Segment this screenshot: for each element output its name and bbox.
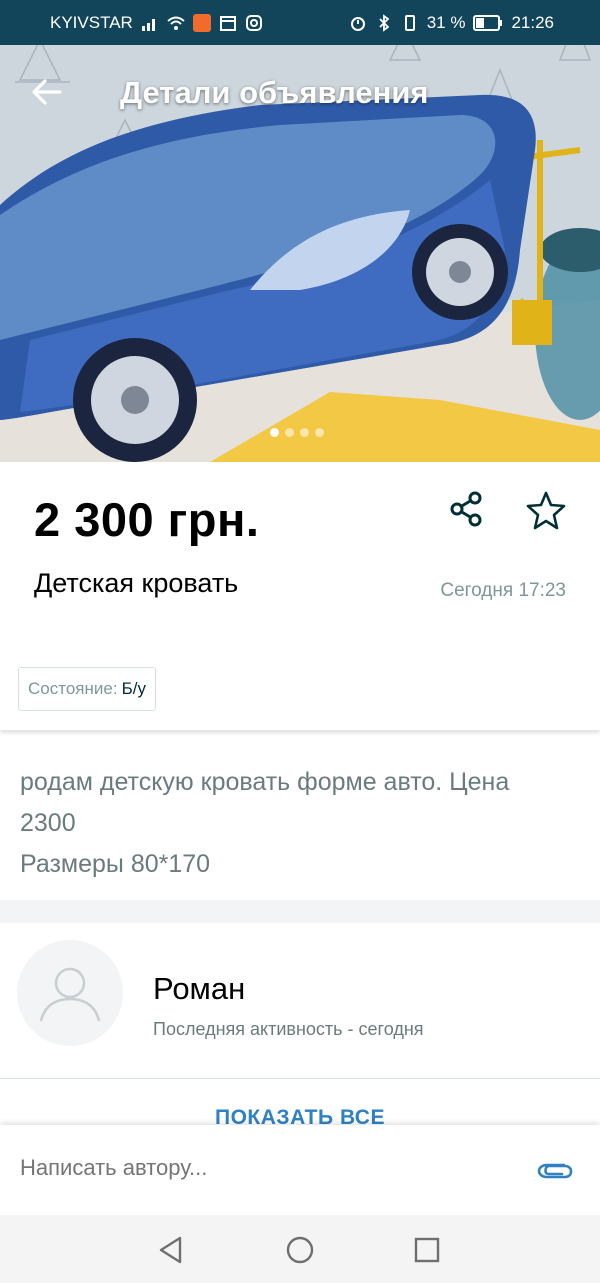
app-notification-icon: [192, 14, 211, 32]
photo-gallery[interactable]: KYIVSTAR 31 % 21:26 Детали объявления: [0, 0, 600, 462]
ad-date: Сегодня 17:23: [440, 580, 566, 601]
divider: [0, 1078, 600, 1079]
status-bar: KYIVSTAR 31 % 21:26: [0, 0, 600, 45]
battery-icon: [473, 15, 503, 31]
seller-activity: Последняя активность - сегодня: [153, 1019, 424, 1039]
seller-card: Роман Последняя активность - сегодня ПОК…: [0, 923, 600, 1129]
back-button[interactable]: [26, 71, 68, 113]
favorite-button[interactable]: [524, 488, 568, 532]
description-line: родам детскую кровать форме авто. Цена: [20, 768, 510, 796]
carrier-label: KYIVSTAR: [50, 13, 133, 32]
gallery-dot[interactable]: [285, 428, 294, 437]
param-value: Б/у: [121, 679, 146, 698]
calendar-icon: [219, 16, 236, 31]
ad-summary: 2 300 грн. Детская кровать Сегодня 17:23…: [0, 462, 600, 730]
condition-param: Состояние: Б/у: [18, 667, 156, 711]
section-divider: [0, 900, 600, 923]
app-bar: Детали объявления: [0, 45, 600, 140]
system-nav-bar: [0, 1215, 600, 1283]
gallery-dot[interactable]: [270, 428, 279, 437]
circle-home-icon: [286, 1236, 314, 1264]
paperclip-icon: [537, 1163, 573, 1179]
description-line: Размеры 80*170: [20, 850, 211, 878]
triangle-back-icon: [159, 1236, 182, 1264]
message-bar: [0, 1125, 600, 1215]
signal-icon: [141, 19, 155, 31]
instagram-icon: [245, 15, 262, 31]
arrow-left-icon: [32, 79, 62, 105]
description-line: 2300: [20, 809, 76, 837]
param-key: Состояние:: [28, 679, 118, 698]
avatar[interactable]: [17, 940, 123, 1046]
clock: 21:26: [511, 13, 554, 32]
attach-button[interactable]: [534, 1153, 574, 1189]
message-input[interactable]: [20, 1155, 500, 1181]
square-recents-icon: [414, 1237, 440, 1263]
ad-title: Детская кровать: [34, 568, 239, 598]
wifi-icon: [167, 16, 185, 30]
gallery-pagination: [270, 428, 324, 437]
star-icon: [526, 491, 566, 530]
bluetooth-icon: [379, 14, 390, 32]
nav-home-button[interactable]: [283, 1233, 317, 1267]
share-icon: [450, 491, 482, 527]
gallery-dot[interactable]: [300, 428, 309, 437]
user-icon: [39, 967, 101, 1022]
vibrate-icon: [404, 15, 415, 31]
alarm-icon: [350, 17, 365, 31]
share-button[interactable]: [444, 488, 488, 532]
page-title: Детали объявления: [120, 75, 429, 110]
nav-back-button[interactable]: [155, 1233, 189, 1267]
battery-percent: 31 %: [426, 13, 466, 32]
price: 2 300 грн.: [34, 493, 260, 546]
nav-recents-button[interactable]: [410, 1233, 444, 1267]
seller-name[interactable]: Роман: [153, 971, 245, 1007]
description: родам детскую кровать форме авто. Цена 2…: [0, 742, 600, 900]
gallery-dot[interactable]: [315, 428, 324, 437]
